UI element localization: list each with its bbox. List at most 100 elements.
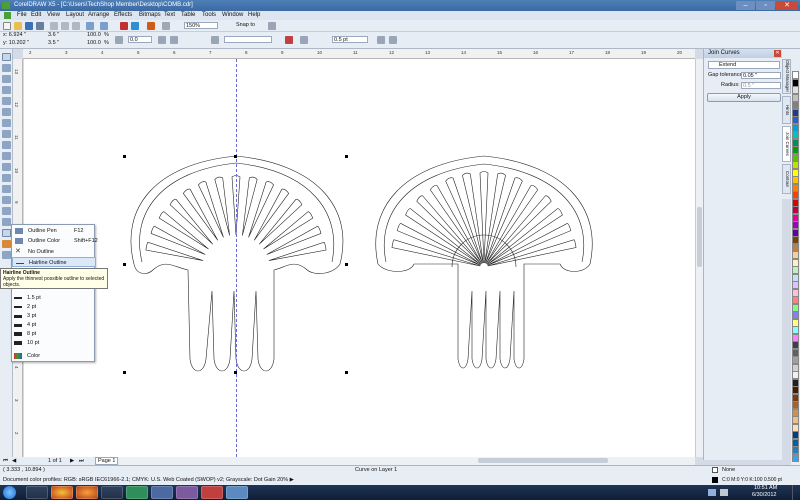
dimension-tool-icon[interactable]	[2, 185, 11, 193]
volume-tray-icon[interactable]	[720, 489, 728, 496]
comb-drawings[interactable]	[24, 59, 695, 457]
menu-tools[interactable]: Tools	[202, 11, 216, 20]
blend-tool-icon[interactable]	[2, 207, 11, 215]
vertical-scrollbar[interactable]	[695, 59, 703, 457]
print-icon[interactable]	[36, 22, 44, 30]
fill-tool-icon[interactable]	[2, 240, 11, 248]
start-button[interactable]	[3, 486, 16, 499]
polygon-tool-icon[interactable]	[2, 141, 11, 149]
menu-view[interactable]: View	[47, 11, 60, 20]
menu-outline-pen[interactable]: Outline Pen F12	[12, 226, 96, 236]
clock-time[interactable]: 10:51 AM	[754, 485, 777, 491]
shape-tool-icon[interactable]	[2, 64, 11, 72]
close-button[interactable]: ✕	[776, 1, 798, 10]
save-icon[interactable]	[25, 22, 33, 30]
next-page-icon[interactable]: ▶	[70, 457, 74, 465]
outline-tool-icon[interactable]	[2, 229, 11, 237]
selection-handle-l[interactable]	[123, 263, 126, 266]
last-page-icon[interactable]: ⏭	[79, 457, 84, 465]
line-style-select[interactable]	[224, 36, 272, 43]
smart-fill-tool-icon[interactable]	[2, 108, 11, 116]
cut-icon[interactable]	[50, 22, 58, 30]
menu-no-outline[interactable]: ✕ No Outline	[12, 247, 96, 257]
interactive-fill-tool-icon[interactable]	[2, 251, 11, 259]
crop-tool-icon[interactable]	[2, 75, 11, 83]
firefox-taskbar-icon[interactable]	[76, 486, 98, 499]
scale-width[interactable]: 100.0	[87, 32, 101, 39]
selection-handle-t[interactable]	[234, 155, 237, 158]
horizontal-ruler[interactable]: 2 3 4 5 6 7 8 9 10 11 12 13 14 15 16 17 18 19 20	[23, 49, 695, 59]
selection-handle-tr[interactable]	[345, 155, 348, 158]
first-page-icon[interactable]: ⏮	[3, 457, 8, 465]
table-tool-icon[interactable]	[2, 174, 11, 182]
coreldraw-app-icon[interactable]	[2, 2, 10, 9]
doc-icon[interactable]	[4, 12, 11, 19]
basic-shapes-tool-icon[interactable]	[2, 152, 11, 160]
gap-tolerance-field[interactable]: 0.05 "	[741, 72, 781, 79]
menu-file[interactable]: File	[17, 11, 27, 20]
line-start-arrow-select[interactable]	[211, 36, 219, 44]
tab-contour[interactable]: Contour	[782, 164, 791, 194]
paste-icon[interactable]	[72, 22, 80, 30]
maximize-button[interactable]: ▫	[756, 1, 775, 10]
menu-bitmaps[interactable]: Bitmaps	[139, 11, 161, 20]
radius-field[interactable]: 0.5 "	[741, 82, 781, 89]
outline-width-select[interactable]: 0.5 pt	[332, 36, 368, 43]
app-taskbar-icon-7[interactable]	[176, 486, 198, 499]
options-icon[interactable]	[268, 22, 276, 30]
mirror-vertical-icon[interactable]	[170, 36, 178, 44]
x-position[interactable]: x: 6.924 "	[3, 32, 26, 39]
ellipse-tool-icon[interactable]	[2, 130, 11, 138]
chrome-taskbar-icon[interactable]	[51, 486, 73, 499]
menu-color[interactable]: Color	[12, 351, 96, 361]
app-taskbar-icon-9[interactable]	[226, 486, 248, 499]
join-mode-select[interactable]: Extend	[708, 61, 780, 69]
menu-width-10pt[interactable]: 10 pt	[12, 338, 96, 348]
redo-icon[interactable]	[100, 22, 108, 30]
to-front-icon[interactable]	[377, 36, 385, 44]
connector-tool-icon[interactable]	[2, 196, 11, 204]
new-icon[interactable]	[3, 22, 11, 30]
file-manager-taskbar-icon[interactable]	[101, 486, 123, 499]
palette-swatch[interactable]	[792, 453, 799, 462]
undo-icon[interactable]	[86, 22, 94, 30]
eyedropper-tool-icon[interactable]	[2, 218, 11, 226]
rectangle-tool-icon[interactable]	[2, 119, 11, 127]
show-desktop-button[interactable]	[792, 485, 800, 500]
menu-table[interactable]: Table	[181, 11, 195, 20]
coreldraw-taskbar-icon[interactable]	[126, 486, 148, 499]
clock-date[interactable]: 6/30/2012	[752, 492, 776, 498]
zoom-level-select[interactable]: 150%	[184, 22, 218, 29]
selection-handle-br[interactable]	[345, 371, 348, 374]
export-icon[interactable]	[131, 22, 139, 30]
welcome-screen-icon[interactable]	[162, 22, 170, 30]
copy-icon[interactable]	[61, 22, 69, 30]
menu-window[interactable]: Window	[222, 11, 243, 20]
menu-edit[interactable]: Edit	[31, 11, 41, 20]
zoom-tool-icon[interactable]	[2, 86, 11, 94]
tab-hints[interactable]: Hints	[782, 96, 791, 124]
menu-hairline-outline[interactable]: Hairline Outline	[12, 257, 96, 267]
apply-button[interactable]: Apply	[707, 93, 781, 102]
width-field[interactable]: 3.6 "	[48, 32, 59, 39]
prev-page-icon[interactable]: ◀	[12, 457, 16, 465]
menu-outline-color[interactable]: Outline Color Shift+F12	[12, 236, 98, 246]
app-taskbar-icon-6[interactable]	[151, 486, 173, 499]
height-field[interactable]: 3.5 "	[48, 40, 59, 47]
color-profiles[interactable]: Document color profiles: RGB: sRGB IEC61…	[3, 477, 294, 483]
docker-close-icon[interactable]: ✕	[774, 50, 781, 57]
tab-join-curves[interactable]: Join Curves	[782, 126, 791, 162]
network-tray-icon[interactable]	[708, 489, 716, 496]
menu-effects[interactable]: Effects	[114, 11, 132, 20]
outline-swatch[interactable]	[712, 477, 718, 483]
import-icon[interactable]	[120, 22, 128, 30]
tab-page-1[interactable]: Page 1	[95, 457, 119, 465]
tab-object-manager[interactable]: Object Manager	[782, 59, 791, 94]
menu-layout[interactable]: Layout	[66, 11, 84, 20]
selection-handle-r[interactable]	[345, 263, 348, 266]
menu-help[interactable]: Help	[248, 11, 260, 20]
fill-swatch[interactable]	[712, 467, 718, 473]
close-curve-icon[interactable]	[285, 36, 293, 44]
mirror-horizontal-icon[interactable]	[158, 36, 166, 44]
horizontal-scrollbar[interactable]	[120, 457, 695, 465]
